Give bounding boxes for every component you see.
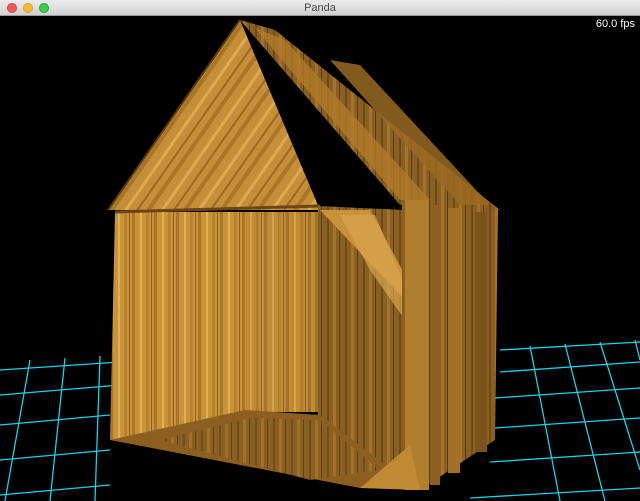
fps-counter: 60.0 fps <box>595 18 635 30</box>
title-bar[interactable]: Panda <box>0 0 640 16</box>
app-window: Panda 60.0 fps <box>0 0 640 501</box>
house-right-wall <box>402 200 498 490</box>
house-roof <box>107 19 500 211</box>
window-title: Panda <box>304 2 336 14</box>
3d-viewport[interactable] <box>0 16 640 501</box>
